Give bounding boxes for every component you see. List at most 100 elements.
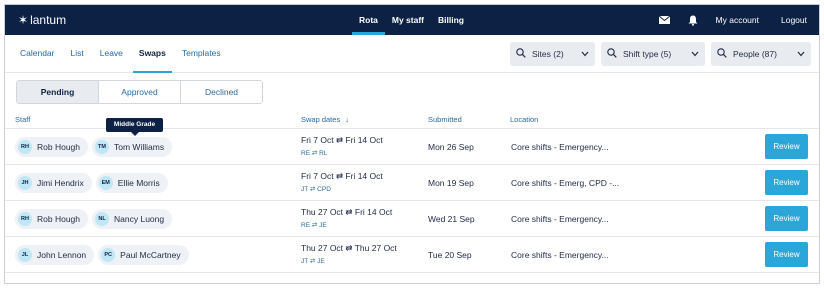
swap-dates: Fri 7 Oct ⇄ Fri 14 Oct — [301, 135, 383, 145]
column-swap-dates[interactable]: Swap dates ↓ — [301, 115, 349, 124]
shift-codes: JT ⇄ CPD — [301, 186, 331, 193]
nav-rota[interactable]: Rota — [352, 5, 385, 35]
star-logo-icon: ✶ — [18, 13, 29, 27]
staff-chip[interactable]: PC Paul McCartney — [98, 245, 189, 265]
staff-name: Nancy Luong — [114, 214, 165, 224]
avatar: NL — [95, 212, 110, 226]
avatar: EM — [98, 176, 113, 190]
logout-link[interactable]: Logout — [781, 15, 807, 25]
main-nav: Rota My staff Billing — [352, 5, 471, 35]
avatar: JH — [18, 176, 32, 190]
mail-icon[interactable] — [658, 13, 672, 27]
review-button[interactable]: Review — [765, 170, 808, 195]
bell-icon[interactable] — [686, 13, 700, 27]
staff-name: Jimi Hendrix — [37, 178, 84, 188]
tab-templates[interactable]: Templates — [176, 35, 227, 73]
search-icon — [516, 48, 526, 60]
staff-chip[interactable]: TM Tom Williams — [92, 137, 173, 157]
submitted-date: Wed 21 Sep — [428, 214, 475, 224]
staff-cell: JL John Lennon PC Paul McCartney — [15, 245, 193, 265]
table-row: RH Rob Hough TM Tom Williams Fri 7 Oct ⇄ F… — [5, 129, 819, 165]
swap-dates-cell: Thu 27 Oct ⇄ Thu 27 Oct JT ⇄ JE — [301, 243, 397, 265]
staff-chip[interactable]: RH Rob Hough — [15, 209, 89, 229]
column-submitted: Submitted — [428, 115, 462, 124]
location-text: Core shifts - Emerg, CPD -... — [511, 178, 620, 188]
segment-approved[interactable]: Approved — [99, 81, 181, 103]
shift-codes: RE ⇄ RL — [301, 150, 328, 157]
swap-dates-cell: Fri 7 Oct ⇄ Fri 14 Oct JT ⇄ CPD — [301, 171, 383, 193]
staff-chip[interactable]: NL Nancy Luong — [92, 209, 173, 229]
people-filter[interactable]: People (87) — [711, 42, 811, 66]
avatar: JL — [18, 248, 32, 262]
submitted-date: Mon 26 Sep — [428, 142, 474, 152]
tab-leave[interactable]: Leave — [94, 35, 129, 73]
location-text: Core shifts - Emergency... — [511, 214, 609, 224]
staff-name: Rob Hough — [37, 214, 81, 224]
search-icon — [717, 48, 727, 60]
swap-dates-label: Swap dates — [301, 115, 341, 124]
segment-declined[interactable]: Declined — [181, 81, 262, 103]
rota-tabs: Calendar List Leave Swaps Templates — [14, 35, 231, 73]
tab-swaps[interactable]: Swaps — [132, 35, 172, 73]
tab-calendar[interactable]: Calendar — [14, 35, 61, 73]
avatar: PC — [101, 248, 116, 262]
sort-down-icon: ↓ — [345, 115, 350, 124]
tab-list[interactable]: List — [65, 35, 90, 73]
account-nav: My account Logout — [658, 5, 807, 35]
table-row: RH Rob Hough NL Nancy Luong Thu 27 Oct ⇄ F… — [5, 201, 819, 237]
sites-filter[interactable]: Sites (2) — [510, 42, 595, 66]
staff-chip[interactable]: JL John Lennon — [15, 245, 95, 265]
status-segment-control: Pending Approved Declined — [16, 80, 263, 104]
staff-name: Paul McCartney — [120, 250, 181, 260]
lantum-logo[interactable]: ✶ lantum — [18, 13, 66, 27]
top-navbar: ✶ lantum Rota My staff Billing My accoun… — [5, 5, 819, 35]
app-frame: ✶ lantum Rota My staff Billing My accoun… — [4, 4, 820, 284]
sites-filter-label: Sites (2) — [532, 49, 564, 59]
segment-pending[interactable]: Pending — [17, 81, 99, 103]
nav-my-staff[interactable]: My staff — [385, 5, 431, 35]
avatar: TM — [95, 140, 110, 154]
review-button[interactable]: Review — [765, 242, 808, 267]
location-text: Core shifts - Emergency... — [511, 142, 609, 152]
nav-billing[interactable]: Billing — [431, 5, 471, 35]
review-button[interactable]: Review — [765, 134, 808, 159]
shift-type-filter-label: Shift type (5) — [623, 49, 672, 59]
shift-type-filter[interactable]: Shift type (5) — [601, 42, 705, 66]
brand-name: lantum — [30, 13, 67, 27]
swap-dates-cell: Thu 27 Oct ⇄ Fri 14 Oct RE ⇄ JE — [301, 207, 392, 229]
location-text: Core shifts - Emergency... — [511, 250, 609, 260]
shift-codes: RE ⇄ JE — [301, 222, 327, 229]
staff-name: John Lennon — [37, 250, 87, 260]
staff-chip[interactable]: JH Jimi Hendrix — [15, 173, 92, 193]
people-filter-label: People (87) — [733, 49, 777, 59]
column-location: Location — [510, 115, 539, 124]
review-button[interactable]: Review — [765, 206, 808, 231]
rota-subnav: Calendar List Leave Swaps Templates Site… — [5, 35, 819, 73]
swap-dates: Fri 7 Oct ⇄ Fri 14 Oct — [301, 171, 383, 181]
swap-dates: Thu 27 Oct ⇄ Fri 14 Oct — [301, 207, 393, 217]
chevron-down-icon — [797, 49, 805, 59]
staff-name: Rob Hough — [37, 142, 81, 152]
my-account-link[interactable]: My account — [716, 15, 759, 25]
grade-tooltip: Middle Grade — [106, 118, 163, 136]
chevron-down-icon — [581, 49, 589, 59]
filter-bar: Sites (2) Shift type (5) People (87) — [504, 42, 811, 66]
chevron-down-icon — [691, 49, 699, 59]
swap-dates-cell: Fri 7 Oct ⇄ Fri 14 Oct RE ⇄ RL — [301, 135, 383, 157]
staff-name: Ellie Morris — [117, 178, 160, 188]
swap-dates: Thu 27 Oct ⇄ Thu 27 Oct — [301, 243, 397, 253]
staff-name: Tom Williams — [114, 142, 165, 152]
search-icon — [607, 48, 617, 60]
submitted-date: Mon 19 Sep — [428, 178, 474, 188]
table-row: JL John Lennon PC Paul McCartney Thu 27 Oc… — [5, 237, 819, 273]
shift-codes: JT ⇄ JE — [301, 258, 325, 265]
staff-chip[interactable]: EM Ellie Morris — [95, 173, 168, 193]
staff-cell: JH Jimi Hendrix EM Ellie Morris — [15, 173, 172, 193]
table-row: JH Jimi Hendrix EM Ellie Morris Fri 7 Oct … — [5, 165, 819, 201]
staff-cell: RH Rob Hough TM Tom Williams — [15, 137, 176, 157]
avatar: RH — [18, 212, 32, 226]
staff-chip[interactable]: RH Rob Hough — [15, 137, 89, 157]
staff-cell: RH Rob Hough NL Nancy Luong — [15, 209, 176, 229]
column-staff: Staff — [15, 115, 31, 124]
avatar: RH — [18, 140, 32, 154]
